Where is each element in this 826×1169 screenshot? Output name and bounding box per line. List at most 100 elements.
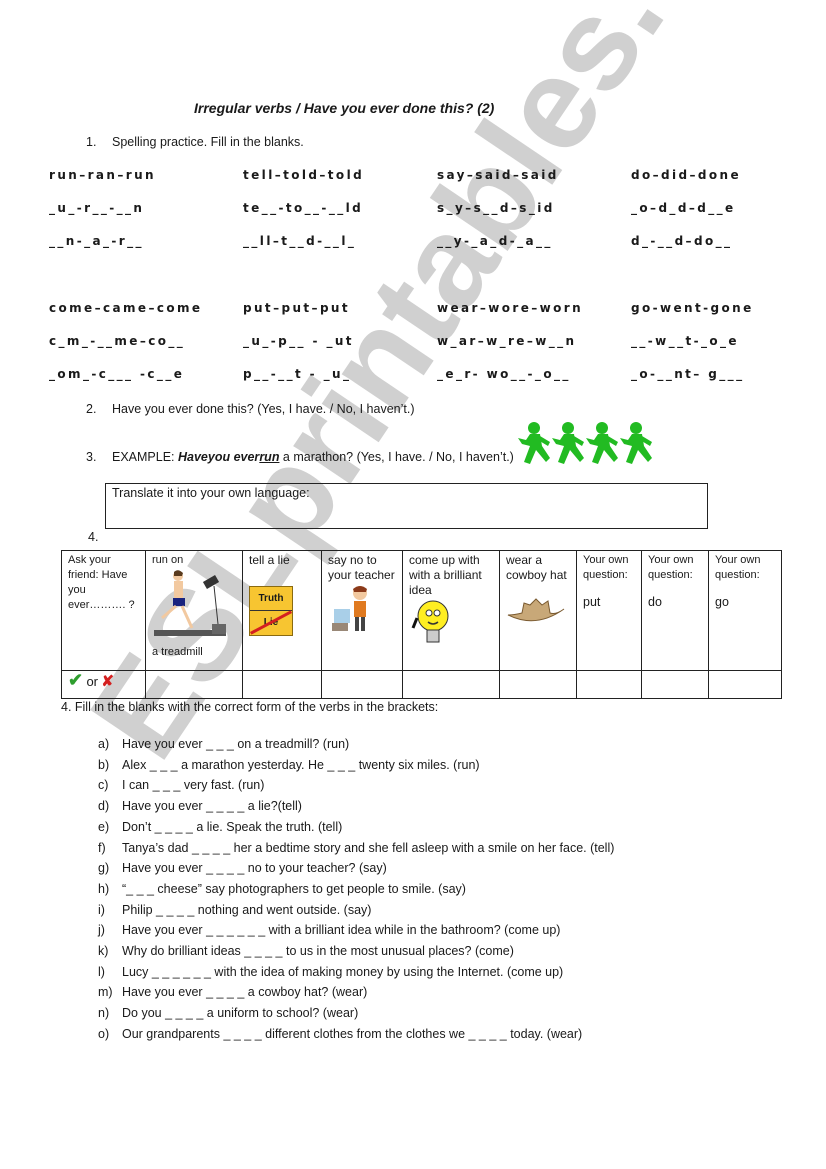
- exercise-list: a) Have you ever _ _ _ on a treadmill? (r…: [98, 734, 614, 1045]
- own-question-label: Your own question:: [648, 554, 694, 581]
- section2-number: 2.: [86, 402, 97, 416]
- exercise-item: d) Have you ever _ _ _ _ a lie?(tell): [98, 796, 614, 817]
- table-header-lie: tell a lie Truth Lie: [242, 550, 322, 671]
- exercise-item: g) Have you ever _ _ _ _ no to your teach…: [98, 858, 614, 879]
- exercise-item: o) Our grandparents _ _ _ _ different clo…: [98, 1024, 614, 1045]
- own-question-verb: do: [648, 595, 662, 609]
- own-question-label: Your own question:: [583, 554, 629, 581]
- exercise-text[interactable]: “_ _ _ cheese” say photographers to get …: [122, 882, 466, 896]
- spelling-blank[interactable]: __n-_a_-r__: [49, 234, 144, 248]
- exercise-text[interactable]: I can _ _ _ very fast. (run): [122, 778, 264, 792]
- say-no-label: say no to your teacher: [328, 553, 395, 582]
- own-question-label: Your own question:: [715, 554, 761, 581]
- spelling-blank[interactable]: __-w__t-_o_e: [631, 334, 739, 348]
- answer-cell[interactable]: [242, 670, 322, 699]
- translate-box[interactable]: Translate it into your own language:: [105, 483, 708, 529]
- exercise-text[interactable]: Have you ever _ _ _ _ a cowboy hat? (wea…: [122, 985, 367, 999]
- running-figures-icon: [516, 420, 666, 471]
- verb-forms: say–said–said: [437, 168, 559, 182]
- exercise-label: h): [98, 881, 110, 896]
- spelling-blank[interactable]: _o–d_d–d__e: [631, 201, 736, 215]
- exercise-label: a): [98, 737, 110, 751]
- ask-friend-label: Ask your friend: Have you ever………. ?: [68, 554, 135, 611]
- exercise-text[interactable]: Our grandparents _ _ _ _ different cloth…: [122, 1027, 582, 1041]
- example-bold: Haveyou ever: [178, 450, 260, 464]
- exercise-text[interactable]: Have you ever _ _ _ on a treadmill? (run…: [122, 737, 349, 751]
- exercise-label: j): [98, 923, 105, 938]
- table-header-own-2: Your own question: do: [641, 550, 709, 671]
- verb-forms: wear–wore–worn: [437, 301, 584, 315]
- example-underlined-verb: run: [259, 450, 280, 464]
- treadmill-caption: a treadmill: [152, 646, 203, 658]
- section4-instruction: 4. Fill in the blanks with the correct f…: [61, 700, 439, 714]
- verb-forms: come–came–come: [49, 301, 203, 315]
- spelling-blank[interactable]: _o-__nt– g___: [631, 367, 744, 381]
- translate-label: Translate it into your own language:: [112, 486, 310, 500]
- table-header-run: run on a treadmill: [145, 550, 243, 671]
- exercise-item: j) Have you ever _ _ _ _ _ _ with a brill…: [98, 920, 614, 941]
- answer-cell[interactable]: [708, 670, 782, 699]
- exercise-label: d): [98, 799, 110, 814]
- answer-cell[interactable]: [321, 670, 403, 699]
- or-label: or: [86, 674, 98, 689]
- spelling-blank[interactable]: _om_-c___ -c__e: [49, 367, 184, 381]
- example-rest: a marathon? (Yes, I have. / No, I haven’…: [279, 450, 514, 464]
- cross-icon: ✘: [101, 673, 114, 690]
- own-question-verb: go: [715, 595, 729, 609]
- table-header-say-no: say no to your teacher: [321, 550, 403, 671]
- exercise-text[interactable]: Have you ever _ _ _ _ a lie?(tell): [122, 799, 302, 813]
- spelling-blank[interactable]: _u_-r__-__n: [49, 201, 144, 215]
- exercise-item: l) Lucy _ _ _ _ _ _ with the idea of maki…: [98, 962, 614, 983]
- exercise-item: n) Do you _ _ _ _ a uniform to school? (w…: [98, 1003, 614, 1024]
- verb-forms: do–did–done: [631, 168, 742, 182]
- exercise-text[interactable]: Philip _ _ _ _ nothing and went outside.…: [122, 903, 371, 917]
- verb-forms: put–put–put: [243, 301, 351, 315]
- spelling-blank[interactable]: __y-_a_d-_a__: [437, 234, 553, 248]
- exercise-text[interactable]: Tanya’s dad _ _ _ _ her a bedtime story …: [122, 841, 614, 855]
- spelling-blank[interactable]: s_y–s__d–s_id: [437, 201, 555, 215]
- spelling-blank[interactable]: _e_r- wo__-_o__: [437, 367, 571, 381]
- exercise-text[interactable]: Alex _ _ _ a marathon yesterday. He _ _ …: [122, 758, 480, 772]
- table-header-ask: Ask your friend: Have you ever………. ?: [61, 550, 146, 671]
- truth-lie-sign-icon: Truth Lie: [249, 586, 293, 636]
- exercise-label: o): [98, 1026, 110, 1041]
- spelling-blank[interactable]: d_-__d–do__: [631, 234, 732, 248]
- exercise-text[interactable]: Don’t _ _ _ _ a lie. Speak the truth. (t…: [122, 820, 342, 834]
- example-prefix: EXAMPLE:: [112, 450, 178, 464]
- exercise-text[interactable]: Why do brilliant ideas _ _ _ _ to us in …: [122, 944, 514, 958]
- section2-text: Have you ever done this? (Yes, I have. /…: [112, 402, 415, 416]
- exercise-item: a) Have you ever _ _ _ on a treadmill? (r…: [98, 734, 614, 755]
- exercise-label: c): [98, 778, 109, 793]
- exercise-label: n): [98, 1006, 110, 1021]
- spelling-blank[interactable]: c_m_-__me–co__: [49, 334, 185, 348]
- exercise-item: h) “_ _ _ cheese” say photographers to ge…: [98, 879, 614, 900]
- exercise-item: i) Philip _ _ _ _ nothing and went outsid…: [98, 900, 614, 921]
- exercise-text[interactable]: Have you ever _ _ _ _ _ _ with a brillia…: [122, 923, 560, 937]
- verb-forms: tell–told–told: [243, 168, 365, 182]
- table-header-wear: wear a cowboy hat: [499, 550, 577, 671]
- exercise-text[interactable]: Lucy _ _ _ _ _ _ with the idea of making…: [122, 965, 563, 979]
- spelling-blank[interactable]: _u_-p__ - _ut: [243, 334, 354, 348]
- tell-lie-label: tell a lie: [249, 553, 290, 567]
- lightbulb-icon: [411, 600, 449, 643]
- worksheet-title: Irregular verbs / Have you ever done thi…: [194, 100, 495, 116]
- exercise-label: e): [98, 819, 110, 834]
- answer-cell[interactable]: [576, 670, 642, 699]
- answer-cell[interactable]: [145, 670, 243, 699]
- answer-cell[interactable]: [499, 670, 577, 699]
- exercise-label: b): [98, 757, 110, 772]
- spelling-blank[interactable]: __ll–t__d-__l_: [243, 234, 356, 248]
- exercise-item: f) Tanya’s dad _ _ _ _ her a bedtime stor…: [98, 838, 614, 859]
- section3-line: 3. EXAMPLE: Haveyou everrun a marathon? (…: [86, 450, 514, 464]
- spelling-blank[interactable]: w_ar–w_re–w__n: [437, 334, 576, 348]
- wear-hat-label: wear a cowboy hat: [506, 553, 567, 582]
- answer-cell[interactable]: [641, 670, 709, 699]
- exercise-text[interactable]: Do you _ _ _ _ a uniform to school? (wea…: [122, 1006, 358, 1020]
- have-you-ever-table: Ask your friend: Have you ever………. ? run…: [61, 550, 782, 699]
- exercise-text[interactable]: Have you ever _ _ _ _ no to your teacher…: [122, 861, 387, 875]
- exercise-item: b) Alex _ _ _ a marathon yesterday. He _ …: [98, 755, 614, 776]
- exercise-item: m) Have you ever _ _ _ _ a cowboy hat? (w…: [98, 982, 614, 1003]
- spelling-blank[interactable]: p__-__t - _u_: [243, 367, 351, 381]
- spelling-blank[interactable]: te__-to__-__ld: [243, 201, 363, 215]
- answer-cell[interactable]: [402, 670, 500, 699]
